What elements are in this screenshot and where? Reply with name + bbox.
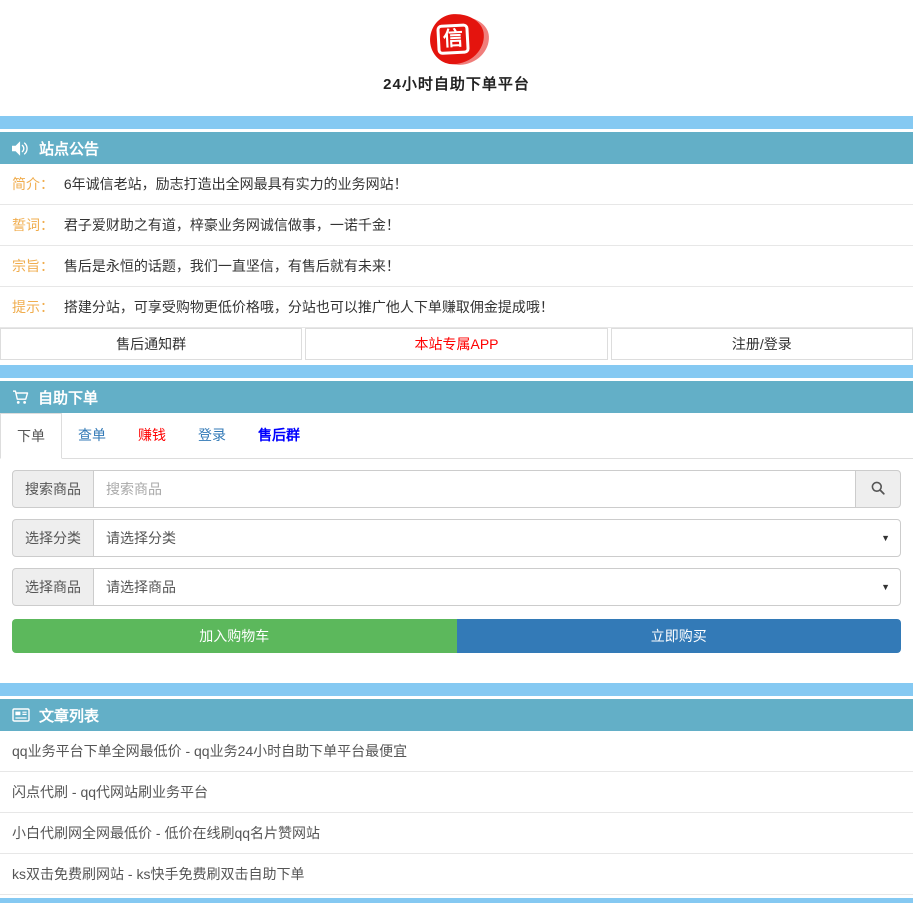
notice-label: 简介： xyxy=(12,176,54,192)
notice-text: 君子爱财助之有道，梓豪业务网诚信做事，一诺千金！ xyxy=(64,217,400,233)
notice-text: 搭建分站，可享受购物更低价格哦，分站也可以推广他人下单赚取佣金提成哦！ xyxy=(64,299,554,315)
divider-strip xyxy=(0,365,913,378)
caret-down-icon: ▼ xyxy=(881,533,890,543)
tab-check-order[interactable]: 查单 xyxy=(62,413,122,459)
article-link[interactable]: 小白代刷网全网最低价 - 低价在线刷qq名片赞网站 xyxy=(0,813,913,854)
notice-label: 提示： xyxy=(12,299,54,315)
notice-label: 宗旨： xyxy=(12,258,54,274)
page: 信 24小时自助下单平台 站点公告 简介： 6年诚信老站，励志打造出全网最具有实… xyxy=(0,0,913,903)
notice-row-oath: 誓词： 君子爱财助之有道，梓豪业务网诚信做事，一诺千金！ xyxy=(0,205,913,246)
category-group: 选择分类 请选择分类 ▼ xyxy=(12,519,901,557)
articles-heading: 文章列表 xyxy=(0,699,913,731)
register-login-link[interactable]: 注册/登录 xyxy=(611,328,913,360)
product-group: 选择商品 请选择商品 ▼ xyxy=(12,568,901,606)
announcement-heading-label: 站点公告 xyxy=(39,138,99,159)
aftersale-notify-group-link[interactable]: 售后通知群 xyxy=(0,328,302,360)
divider-strip xyxy=(0,116,913,129)
article-link[interactable]: 闪点代刷 - qq代网站刷业务平台 xyxy=(0,772,913,813)
cart-icon xyxy=(12,390,29,405)
site-title: 24小时自助下单平台 xyxy=(0,73,913,94)
action-buttons: 加入购物车 立即购买 xyxy=(12,619,901,653)
announcement-panel: 站点公告 简介： 6年诚信老站，励志打造出全网最具有实力的业务网站！ 誓词： 君… xyxy=(0,132,913,360)
caret-down-icon: ▼ xyxy=(881,582,890,592)
tab-login[interactable]: 登录 xyxy=(182,413,242,459)
articles-heading-label: 文章列表 xyxy=(39,705,99,726)
article-link[interactable]: qq业务平台下单全网最低价 - qq业务24小时自助下单平台最便宜 xyxy=(0,731,913,772)
quick-links-row: 售后通知群 本站专属APP 注册/登录 xyxy=(0,328,913,360)
order-heading: 自助下单 xyxy=(0,381,913,413)
articles-panel: 文章列表 qq业务平台下单全网最低价 - qq业务24小时自助下单平台最便宜 闪… xyxy=(0,699,913,895)
newspaper-icon xyxy=(12,708,30,722)
category-addon-label: 选择分类 xyxy=(12,519,94,557)
order-tabs: 下单 查单 赚钱 登录 售后群 xyxy=(0,413,913,459)
site-app-link[interactable]: 本站专属APP xyxy=(305,328,607,360)
speaker-icon xyxy=(12,141,30,156)
product-addon-label: 选择商品 xyxy=(12,568,94,606)
order-heading-label: 自助下单 xyxy=(38,387,98,408)
announcement-heading: 站点公告 xyxy=(0,132,913,164)
search-button[interactable] xyxy=(855,470,901,508)
notice-row-tip: 提示： 搭建分站，可享受购物更低价格哦，分站也可以推广他人下单赚取佣金提成哦！ xyxy=(0,287,913,328)
notice-row-intro: 简介： 6年诚信老站，励志打造出全网最具有实力的业务网站！ xyxy=(0,164,913,205)
buy-now-button[interactable]: 立即购买 xyxy=(457,619,902,653)
search-group: 搜索商品 xyxy=(12,470,901,508)
search-addon-label: 搜索商品 xyxy=(12,470,94,508)
divider-strip xyxy=(0,683,913,696)
bottom-strip xyxy=(0,898,913,903)
order-form: 搜索商品 选择分类 请选择分类 ▼ xyxy=(0,470,913,653)
category-select[interactable]: 请选择分类 ▼ xyxy=(93,519,901,557)
notice-row-purpose: 宗旨： 售后是永恒的话题，我们一直坚信，有售后就有未来！ xyxy=(0,246,913,287)
notice-label: 誓词： xyxy=(12,217,54,233)
logo-character: 信 xyxy=(436,23,470,55)
notice-text: 售后是永恒的话题，我们一直坚信，有售后就有未来！ xyxy=(64,258,400,274)
site-header: 信 24小时自助下单平台 xyxy=(0,0,913,94)
tab-earn-money[interactable]: 赚钱 xyxy=(122,413,182,459)
add-to-cart-button[interactable]: 加入购物车 xyxy=(12,619,457,653)
product-select[interactable]: 请选择商品 ▼ xyxy=(93,568,901,606)
magnifier-icon xyxy=(870,480,886,499)
tab-aftersale-group[interactable]: 售后群 xyxy=(242,413,316,459)
site-logo-seal-icon: 信 xyxy=(428,13,485,66)
order-panel: 自助下单 下单 查单 赚钱 登录 售后群 搜索商品 xyxy=(0,381,913,653)
notice-text: 6年诚信老站，励志打造出全网最具有实力的业务网站！ xyxy=(64,176,408,192)
search-input[interactable] xyxy=(93,470,856,508)
category-select-value: 请选择分类 xyxy=(106,528,176,548)
product-select-value: 请选择商品 xyxy=(106,577,176,597)
tab-place-order[interactable]: 下单 xyxy=(0,413,62,459)
